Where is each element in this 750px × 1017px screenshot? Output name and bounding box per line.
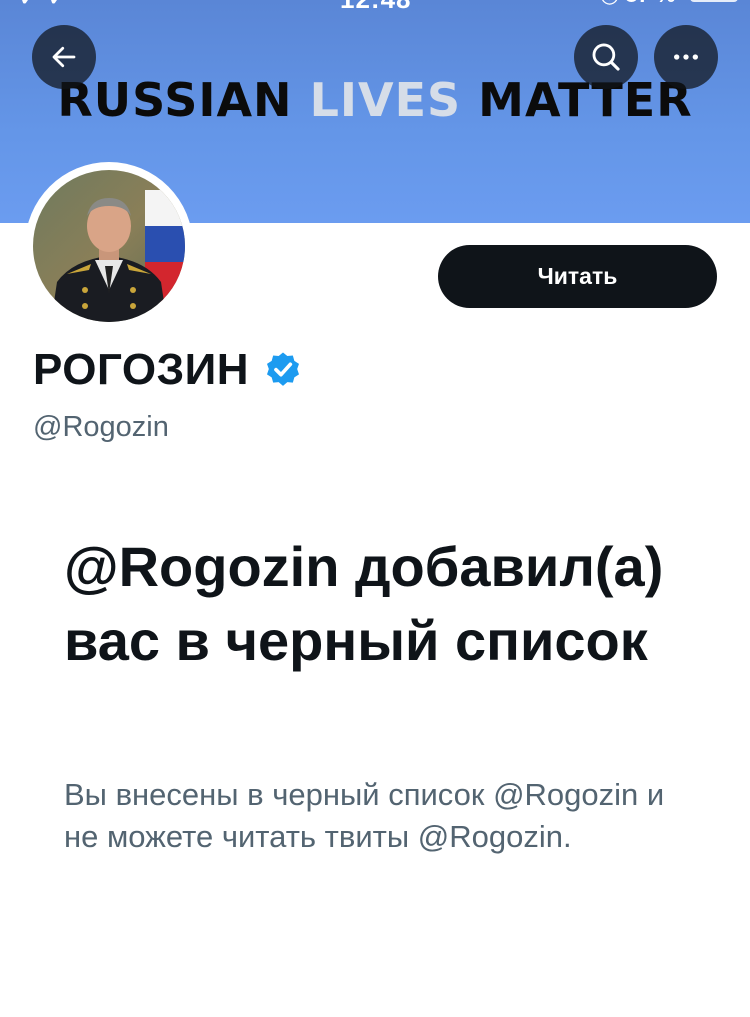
arrow-left-icon: [52, 46, 76, 68]
status-time: 12:48: [340, 0, 412, 15]
avatar[interactable]: [33, 170, 185, 322]
search-button[interactable]: [574, 25, 638, 89]
profile-display-name: РОГОЗИН: [33, 342, 303, 398]
more-button[interactable]: [654, 25, 718, 89]
banner-slogan: RUSSIAN LIVES MATTER: [0, 72, 750, 128]
follow-button[interactable]: Читать: [438, 245, 717, 308]
avatar-photo: [33, 170, 185, 322]
profile-handle: @Rogozin: [33, 411, 169, 443]
more-horizontal-icon: [674, 54, 698, 60]
verified-badge-icon: [267, 352, 300, 386]
status-icons-left: ✓ ✓: [18, 0, 69, 13]
banner-slogan-word-1: RUSSIAN: [57, 73, 293, 127]
avatar-container[interactable]: [25, 162, 193, 330]
display-name-text: РОГОЗИН: [33, 345, 250, 394]
blocked-title: @Rogozin добавил(а) вас в черный список: [64, 535, 664, 672]
back-button[interactable]: [32, 25, 96, 89]
search-icon: [592, 43, 620, 71]
status-bar: ✓ ✓ 12:48 ◎ 87 %: [0, 0, 750, 15]
status-battery-percent: ◎ 87 %: [600, 0, 675, 8]
banner-slogan-word-2: LIVES: [309, 73, 462, 127]
battery-icon: [690, 0, 738, 2]
blocked-description: Вы внесены в черный список @Rogozin и не…: [64, 777, 665, 854]
